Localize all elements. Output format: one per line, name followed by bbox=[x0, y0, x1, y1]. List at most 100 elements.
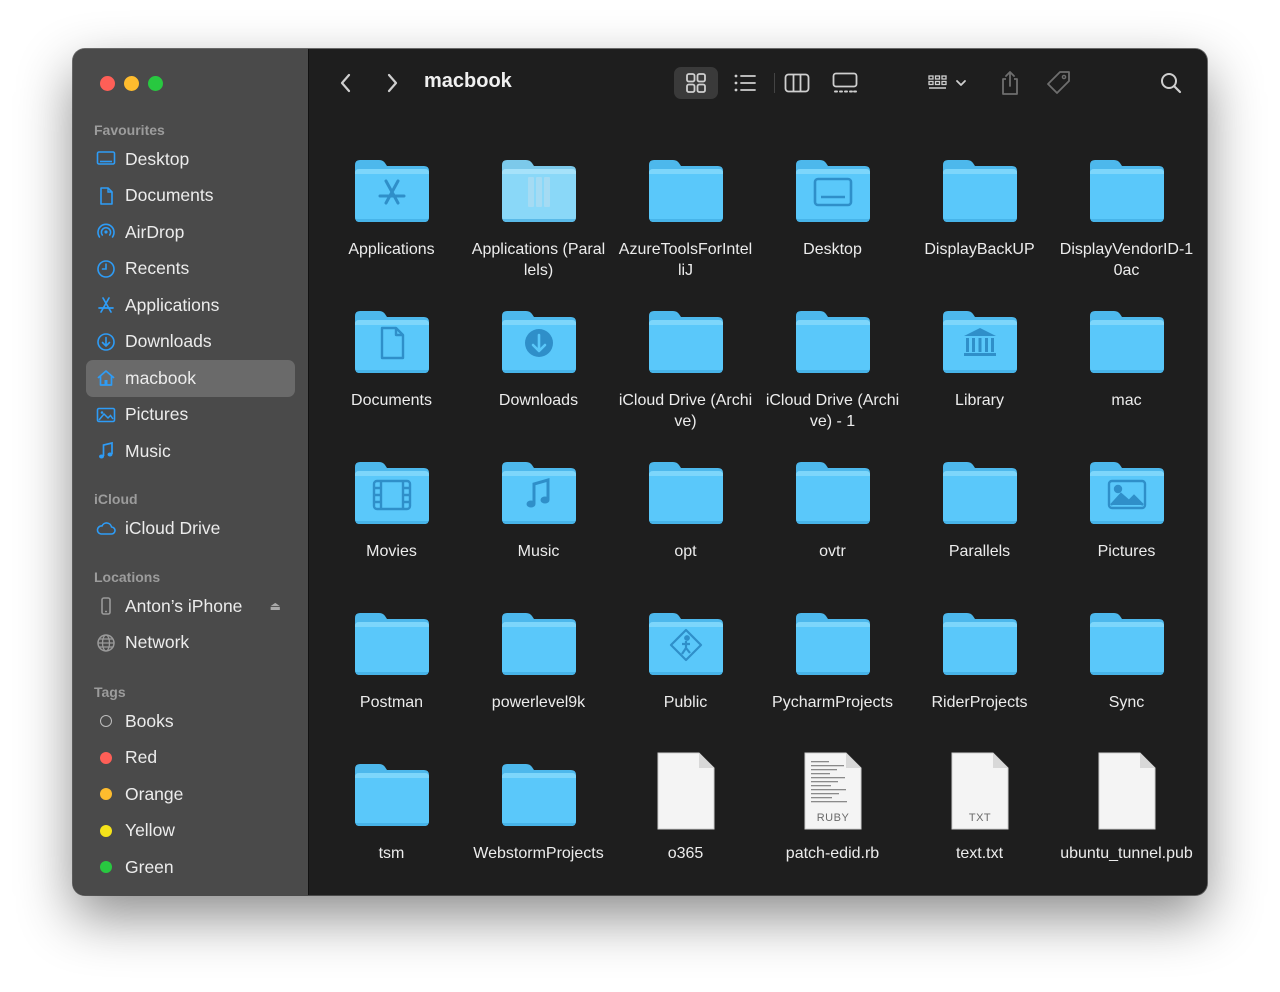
sidebar-item-label: Music bbox=[125, 440, 171, 461]
folder-icon bbox=[498, 302, 580, 378]
file-patch-edid-rb[interactable]: RUBY patch-edid.rb bbox=[759, 752, 906, 895]
tag-label: Yellow bbox=[125, 820, 175, 841]
sidebar-item-macbook[interactable]: macbook bbox=[86, 360, 295, 397]
tag-books[interactable]: Books bbox=[86, 703, 295, 740]
tag-label: Green bbox=[125, 856, 174, 877]
folder-postman[interactable]: Postman bbox=[318, 604, 465, 755]
sidebar-item-icloud-drive[interactable]: iCloud Drive bbox=[86, 510, 295, 547]
gallery-view-button[interactable] bbox=[823, 67, 867, 99]
file-text-txt[interactable]: TXT text.txt bbox=[906, 752, 1053, 895]
locations-section: Locations Anton’s iPhone ⏏ Network bbox=[73, 567, 308, 661]
folder-icon bbox=[792, 151, 874, 227]
tag-orange[interactable]: Orange bbox=[86, 776, 295, 813]
back-button[interactable] bbox=[333, 67, 359, 99]
sidebar-item-applications[interactable]: Applications bbox=[86, 287, 295, 324]
folder-parallels[interactable]: Parallels bbox=[906, 453, 1053, 604]
item-label: Postman bbox=[359, 694, 424, 711]
item-label: Parallels bbox=[948, 543, 1011, 560]
close-button[interactable] bbox=[100, 76, 115, 91]
folder-applications-parallels[interactable]: Applications (Parallels) bbox=[465, 151, 612, 302]
folder-ovtr[interactable]: ovtr bbox=[759, 453, 906, 604]
folder-icloud-drive-archive[interactable]: iCloud Drive (Archive) bbox=[612, 302, 759, 453]
sidebar-item-music[interactable]: Music bbox=[86, 433, 295, 470]
search-icon bbox=[1161, 73, 1182, 94]
folder-downloads[interactable]: Downloads bbox=[465, 302, 612, 453]
group-by-icon bbox=[928, 75, 947, 89]
sidebar-item-airdrop[interactable]: AirDrop bbox=[86, 214, 295, 251]
sidebar-item-desktop[interactable]: Desktop bbox=[86, 141, 295, 178]
folder-icon bbox=[939, 151, 1021, 227]
sidebar: Favourites Desktop Documents AirDrop Recent… bbox=[73, 49, 309, 895]
folder-webstormprojects[interactable]: WebstormProjects bbox=[465, 755, 612, 895]
folder-powerlevel9k[interactable]: powerlevel9k bbox=[465, 604, 612, 755]
file-o365[interactable]: o365 bbox=[612, 752, 759, 895]
sidebar-item-documents[interactable]: Documents bbox=[86, 178, 295, 215]
forward-button[interactable] bbox=[379, 67, 405, 99]
tag-button[interactable] bbox=[1042, 67, 1076, 99]
group-by-button[interactable] bbox=[921, 67, 973, 99]
column-view-button[interactable] bbox=[775, 67, 819, 99]
folder-tsm[interactable]: tsm bbox=[318, 755, 465, 895]
item-label: Downloads bbox=[498, 392, 579, 409]
folder-sync[interactable]: Sync bbox=[1053, 604, 1200, 755]
sidebar-item-anton-s-iphone[interactable]: Anton’s iPhone ⏏ bbox=[86, 588, 295, 625]
folder-riderprojects[interactable]: RiderProjects bbox=[906, 604, 1053, 755]
share-button[interactable] bbox=[993, 67, 1027, 99]
item-label: Pictures bbox=[1097, 543, 1156, 560]
folder-icon bbox=[645, 604, 727, 680]
tag-color-dot bbox=[100, 788, 112, 801]
icon-view-button[interactable] bbox=[674, 67, 718, 99]
folder-documents[interactable]: Documents bbox=[318, 302, 465, 453]
folder-icon bbox=[351, 302, 433, 378]
minimize-button[interactable] bbox=[124, 76, 139, 91]
sidebar-item-pictures[interactable]: Pictures bbox=[86, 397, 295, 434]
folder-icloud-drive-archive-1[interactable]: iCloud Drive (Archive) - 1 bbox=[759, 302, 906, 453]
item-label: text.txt bbox=[955, 845, 1004, 862]
folder-icon bbox=[645, 151, 727, 227]
search-button[interactable] bbox=[1154, 67, 1188, 99]
item-label: iCloud Drive (Archive) bbox=[618, 392, 753, 430]
list-view-icon bbox=[734, 74, 756, 92]
folder-icon bbox=[1086, 604, 1168, 680]
folder-icon bbox=[792, 604, 874, 680]
chevron-left-icon bbox=[340, 73, 351, 93]
item-label: WebstormProjects bbox=[473, 845, 604, 862]
folder-pictures[interactable]: Pictures bbox=[1053, 453, 1200, 604]
folder-icon bbox=[939, 453, 1021, 529]
tag-label: Orange bbox=[125, 783, 184, 804]
folder-displayvendorid-10ac[interactable]: DisplayVendorID-10ac bbox=[1053, 151, 1200, 302]
sidebar-item-recents[interactable]: Recents bbox=[86, 251, 295, 288]
tag-green[interactable]: Green bbox=[86, 849, 295, 886]
icloud-heading: iCloud bbox=[94, 491, 138, 507]
folder-music[interactable]: Music bbox=[465, 453, 612, 604]
list-view-button[interactable] bbox=[723, 67, 767, 99]
folder-mac[interactable]: mac bbox=[1053, 302, 1200, 453]
clock-icon bbox=[95, 258, 117, 280]
locations-heading: Locations bbox=[94, 569, 161, 585]
zoom-button[interactable] bbox=[148, 76, 163, 91]
folder-public[interactable]: Public bbox=[612, 604, 759, 755]
folder-movies[interactable]: Movies bbox=[318, 453, 465, 604]
svg-text:RUBY: RUBY bbox=[816, 812, 849, 824]
sidebar-item-downloads[interactable]: Downloads bbox=[86, 324, 295, 361]
folder-applications[interactable]: Applications bbox=[318, 151, 465, 302]
folder-library[interactable]: Library bbox=[906, 302, 1053, 453]
sidebar-item-network[interactable]: Network bbox=[86, 625, 295, 662]
folder-icon bbox=[498, 755, 580, 831]
eject-icon[interactable]: ⏏ bbox=[270, 599, 281, 613]
folder-icon bbox=[498, 604, 580, 680]
item-label: Documents bbox=[351, 392, 432, 409]
folder-desktop[interactable]: Desktop bbox=[759, 151, 906, 302]
file-ubuntu-tunnel-pub[interactable]: ubuntu_tunnel.pub bbox=[1053, 752, 1200, 895]
tag-icon bbox=[1047, 71, 1070, 94]
folder-opt[interactable]: opt bbox=[612, 453, 759, 604]
sidebar-item-label: macbook bbox=[125, 367, 197, 388]
item-label: Desktop bbox=[803, 241, 862, 258]
item-label: mac bbox=[1111, 392, 1142, 409]
folder-displaybackup[interactable]: DisplayBackUP bbox=[906, 151, 1053, 302]
folder-azuretoolsforintellij[interactable]: AzureToolsForIntelliJ bbox=[612, 151, 759, 302]
globe-icon bbox=[95, 632, 117, 654]
tag-red[interactable]: Red bbox=[86, 740, 295, 777]
tag-yellow[interactable]: Yellow bbox=[86, 813, 295, 850]
folder-pycharmprojects[interactable]: PycharmProjects bbox=[759, 604, 906, 755]
